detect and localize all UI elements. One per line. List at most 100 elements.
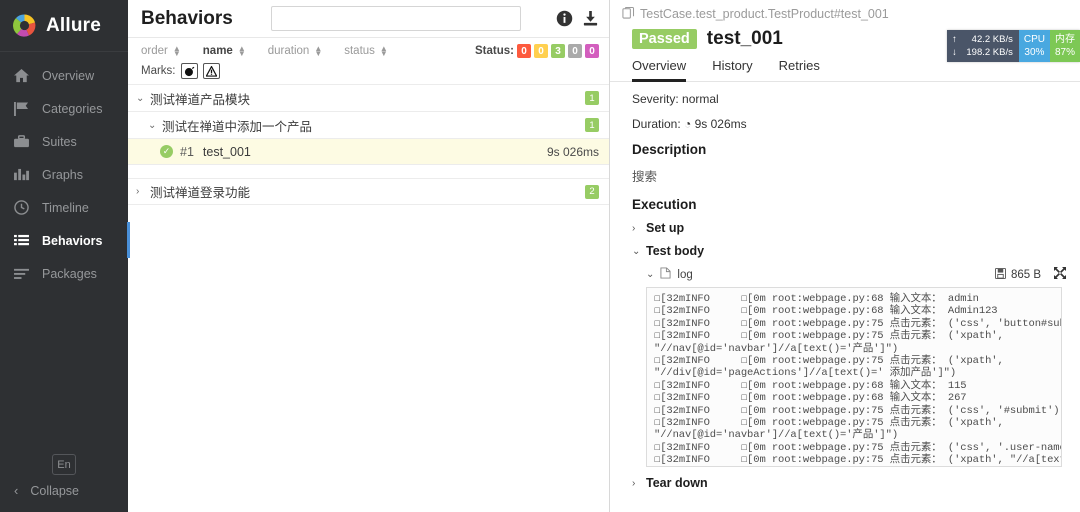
testcase-details: Severity: normal Duration: ◔ 9s 026ms De… <box>610 82 1080 490</box>
bar-chart-icon <box>12 168 30 182</box>
severity-text: Severity: normal <box>632 92 719 106</box>
sidebar-item-label: Graphs <box>42 167 83 182</box>
log-line: ☐[32mINFO ☐[0m root:webpage.py:75 点击元素： … <box>654 454 1062 467</box>
tree-leaf-label: test_001 <box>202 144 251 159</box>
status-chip-broken[interactable]: 0 <box>534 44 548 58</box>
sort-arrows-icon: ▲ ▼ <box>237 44 246 58</box>
sort-arrows-icon: ▲ ▼ <box>172 44 181 58</box>
warning-mark-button[interactable] <box>202 63 220 79</box>
log-size: 865 B <box>1010 268 1041 281</box>
tree-leaf-order: #1 <box>180 144 194 159</box>
sort-status-label: status <box>344 45 375 57</box>
step-set-up[interactable]: › Set up <box>632 221 1066 235</box>
info-icon[interactable] <box>556 10 573 27</box>
sort-arrows-icon: ▲ ▼ <box>379 44 388 58</box>
status-chip-unknown[interactable]: 0 <box>585 44 599 58</box>
flaky-mark-button[interactable] <box>180 63 198 79</box>
language-button[interactable]: En <box>52 454 76 475</box>
testcase-panel: ↑ 42.2 KB/s ↓ 198.2 KB/s CPU 30% 内存 87% <box>610 0 1080 512</box>
log-line: ☐[32mINFO ☐[0m root:webpage.py:68 输入文本： … <box>654 293 979 305</box>
filter-bar: order ▲ ▼ name ▲ ▼ duration ▲ ▼ status ▲ ▼ S… <box>128 38 609 85</box>
sidebar-item-label: Behaviors <box>42 233 103 248</box>
clock-icon <box>12 200 30 215</box>
log-content[interactable]: ☐[32mINFO ☐[0m root:webpage.py:68 输入文本： … <box>646 287 1062 467</box>
system-monitor-widget[interactable]: ↑ 42.2 KB/s ↓ 198.2 KB/s CPU 30% 内存 87% <box>947 30 1080 62</box>
sort-duration-label: duration <box>267 45 310 57</box>
download-row: ↓ 198.2 KB/s <box>952 46 1013 59</box>
breadcrumb[interactable]: TestCase.test_product.TestProduct#test_0… <box>610 0 1080 25</box>
sidebar-item-graphs[interactable]: Graphs <box>0 158 128 191</box>
sidebar-item-timeline[interactable]: Timeline <box>0 191 128 224</box>
sidebar-item-behaviors[interactable]: Behaviors <box>0 222 130 258</box>
memory-label: 内存 <box>1054 34 1075 45</box>
memory-value: 87% <box>1054 47 1075 58</box>
tree-node-story[interactable]: ⌄ 测试在禅道中添加一个产品 1 <box>128 112 609 139</box>
log-line: "//nav[@id='navbar']//a[text()='产品']") <box>654 342 899 355</box>
status-chip-skipped[interactable]: 0 <box>568 44 582 58</box>
status-chip-failed[interactable]: 0 <box>517 44 531 58</box>
download-icon[interactable] <box>582 10 599 27</box>
sidebar-item-overview[interactable]: Overview <box>0 59 128 92</box>
sidebar: Allure Overview Categories Suites Graphs… <box>0 0 130 512</box>
page-title: Behaviors <box>141 7 233 29</box>
header-actions <box>556 10 599 27</box>
cpu-label: CPU <box>1023 34 1045 45</box>
status-chip-passed[interactable]: 3 <box>551 44 565 58</box>
sort-duration[interactable]: duration ▲ ▼ <box>267 45 322 58</box>
log-line: "//div[@id='pageActions']//a[text()=' 添加… <box>654 367 957 380</box>
collapse-button[interactable]: ‹ Collapse <box>0 483 128 498</box>
tree-leaf-testcase[interactable]: ✓ #1 test_001 9s 026ms <box>128 139 609 165</box>
chevron-down-icon: ⌄ <box>632 245 641 257</box>
step-test-body[interactable]: ⌄ Test body <box>632 244 1066 258</box>
sort-order[interactable]: order ▲ ▼ <box>141 44 181 58</box>
collapse-label: Collapse <box>30 483 79 498</box>
tab-retries[interactable]: Retries <box>779 58 820 82</box>
flag-icon <box>12 101 30 116</box>
sort-name[interactable]: name ▲ ▼ <box>202 44 246 58</box>
status-badge: Passed <box>632 29 697 49</box>
sort-name-label: name <box>202 45 233 57</box>
log-line: ☐[32mINFO ☐[0m root:webpage.py:75 点击元素： … <box>654 330 1004 343</box>
sort-status[interactable]: status ▲ ▼ <box>344 44 388 58</box>
duration-text: Duration: ◔ 9s 026ms <box>632 117 747 131</box>
description-text: 搜索 <box>632 170 658 184</box>
step-label: Set up <box>646 221 685 235</box>
sidebar-item-label: Timeline <box>42 200 89 215</box>
tree-node-feature[interactable]: ⌄ 测试禅道产品模块 1 <box>128 85 609 112</box>
log-attachment-header[interactable]: ⌄ log 865 B <box>646 267 1066 282</box>
save-icon[interactable] <box>994 267 1006 282</box>
marks-row: Marks: <box>141 63 599 79</box>
tree-node-label: 测试禅道产品模块 <box>150 92 251 107</box>
log-size-group: 865 B <box>994 267 1066 282</box>
fullscreen-icon[interactable] <box>1054 267 1066 282</box>
download-arrow-icon: ↓ <box>952 47 957 58</box>
chevron-right-icon: › <box>632 477 636 489</box>
status-filters: Status: 0 0 3 0 0 <box>475 44 599 58</box>
testcase-title: test_001 <box>706 28 783 49</box>
log-line: ☐[32mINFO ☐[0m root:webpage.py:75 点击元素： … <box>654 355 1004 368</box>
search-input[interactable] <box>270 6 521 31</box>
breadcrumb-text: TestCase.test_product.TestProduct#test_0… <box>640 7 889 21</box>
cpu-stats: CPU 30% <box>1018 30 1050 62</box>
align-left-icon <box>12 267 30 281</box>
tree-node-feature-2[interactable]: › 测试禅道登录功能 2 <box>128 178 609 205</box>
chevron-down-icon: ⌄ <box>148 119 157 131</box>
sidebar-item-suites[interactable]: Suites <box>0 125 128 158</box>
cpu-value: 30% <box>1024 47 1045 58</box>
step-tear-down[interactable]: › Tear down <box>632 476 1066 490</box>
sidebar-item-packages[interactable]: Packages <box>0 257 128 290</box>
sidebar-item-label: Overview <box>42 68 95 83</box>
list-icon <box>12 234 30 248</box>
tab-overview[interactable]: Overview <box>632 58 687 82</box>
tab-history[interactable]: History <box>712 58 752 82</box>
sort-order-label: order <box>141 45 168 57</box>
tree-leaf-duration: 9s 026ms <box>546 144 599 159</box>
sidebar-item-categories[interactable]: Categories <box>0 92 128 125</box>
sidebar-item-label: Suites <box>42 134 77 149</box>
step-label: Tear down <box>646 476 708 490</box>
log-line: ☐[32mINFO ☐[0m root:webpage.py:68 输入文本： … <box>654 305 998 318</box>
brand[interactable]: Allure <box>0 0 128 52</box>
allure-logo-icon <box>12 13 37 38</box>
briefcase-icon <box>12 134 30 149</box>
